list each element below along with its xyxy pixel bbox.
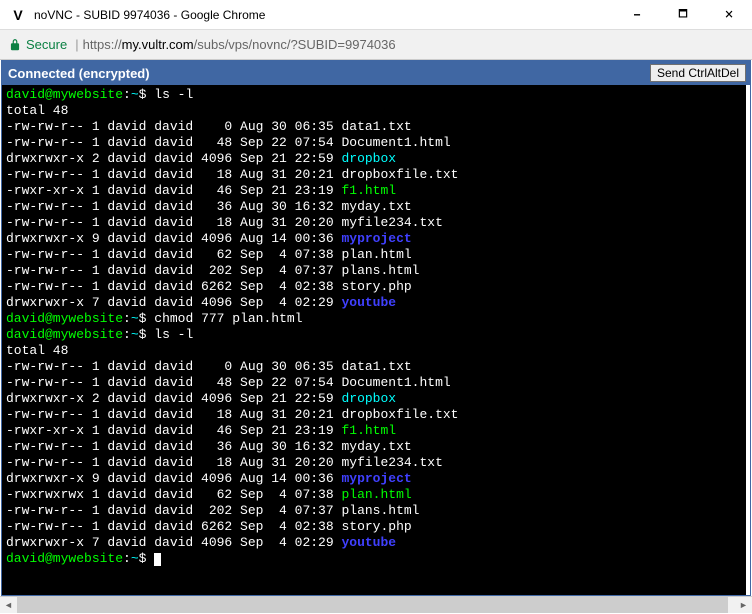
scroll-track[interactable] [17, 597, 735, 613]
scroll-thumb[interactable] [17, 597, 728, 613]
minimize-button[interactable]: 🗕 [614, 0, 660, 30]
close-button[interactable]: 🗙 [706, 0, 752, 30]
scroll-left-button[interactable]: ◄ [0, 597, 17, 614]
secure-label: Secure [26, 37, 67, 52]
horizontal-scrollbar[interactable]: ◄ ► [0, 596, 752, 613]
scroll-right-button[interactable]: ► [735, 597, 752, 614]
address-bar[interactable]: Secure | https://my.vultr.com/subs/vps/n… [0, 30, 752, 60]
send-ctrlaltdel-button[interactable]: Send CtrlAltDel [650, 64, 746, 82]
app-icon: V [8, 5, 28, 25]
url-divider: | [75, 37, 78, 52]
window-controls: 🗕 🗖 🗙 [614, 0, 752, 29]
terminal-output[interactable]: david@mywebsite:~$ ls -l total 48 -rw-rw… [2, 85, 746, 595]
vnc-status-bar: Connected (encrypted) Send CtrlAltDel [2, 61, 750, 85]
window-title: noVNC - SUBID 9974036 - Google Chrome [34, 8, 614, 22]
maximize-button[interactable]: 🗖 [660, 0, 706, 30]
lock-icon [8, 38, 22, 52]
url-text: https://my.vultr.com/subs/vps/novnc/?SUB… [83, 37, 396, 52]
window-titlebar: V noVNC - SUBID 9974036 - Google Chrome … [0, 0, 752, 30]
vnc-status-text: Connected (encrypted) [8, 66, 150, 81]
